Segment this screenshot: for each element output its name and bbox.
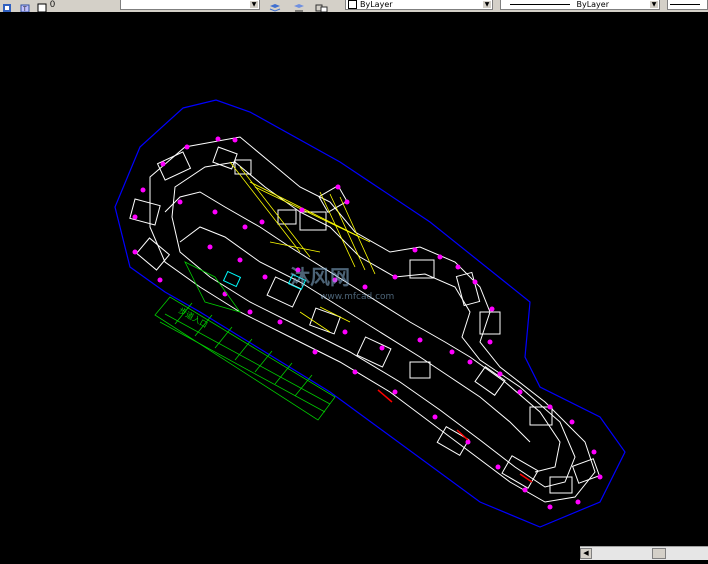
cad-drawing[interactable]: 步道入口 沐风网 www.mfcad.com <box>0 12 708 546</box>
color-value: ByLayer <box>360 0 393 9</box>
make-current-icon[interactable] <box>293 0 304 12</box>
scroll-left-button[interactable]: ◀ <box>580 548 592 559</box>
chevron-down-icon[interactable]: ▼ <box>483 1 491 8</box>
chevron-down-icon[interactable]: ▼ <box>650 1 658 8</box>
layer-state-icon[interactable] <box>2 0 12 12</box>
linetype-sample <box>510 4 571 5</box>
watermark: 沐风网 www.mfcad.com <box>290 265 394 302</box>
watermark-url: www.mfcad.com <box>320 292 394 302</box>
lineweight-dropdown[interactable] <box>667 0 708 10</box>
layer-dropdown[interactable]: ▼ <box>120 0 260 10</box>
scrollbar-thumb[interactable] <box>652 548 666 559</box>
layer-color-swatch-icon <box>37 0 47 12</box>
chevron-down-icon[interactable]: ▼ <box>250 1 258 8</box>
bridge-lines <box>229 161 376 333</box>
color-dropdown[interactable]: ByLayer ▼ <box>345 0 493 10</box>
layer-properties-icon[interactable] <box>269 0 281 12</box>
walkway-inner-loop <box>164 191 561 473</box>
layer-name: 0 <box>50 0 56 9</box>
horizontal-scrollbar[interactable]: ◀ <box>0 546 708 564</box>
linetype-dropdown[interactable]: ByLayer ▼ <box>500 0 660 10</box>
linetype-value: ByLayer <box>576 0 609 9</box>
layer-lock-icon[interactable]: T <box>20 0 30 12</box>
watermark-title: 沐风网 <box>290 265 350 289</box>
lineweight-sample <box>670 4 700 5</box>
layer-previous-icon[interactable] <box>315 0 328 12</box>
drawing-canvas[interactable]: 步道入口 沐风网 www.mfcad.com <box>0 12 708 546</box>
red-accents <box>377 389 533 483</box>
color-swatch-icon <box>348 0 357 9</box>
scrollbar-track[interactable]: ◀ <box>580 546 708 560</box>
